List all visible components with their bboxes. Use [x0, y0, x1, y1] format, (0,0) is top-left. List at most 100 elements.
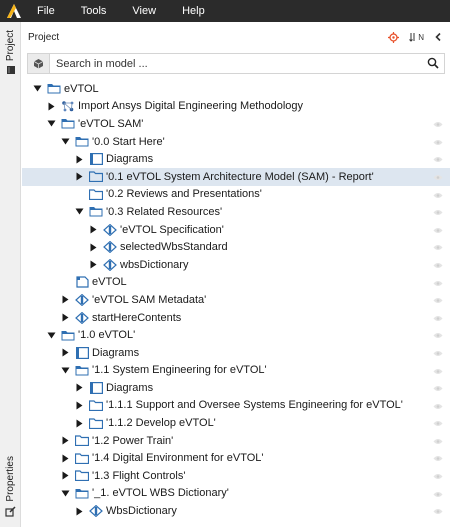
- visibility-eye-icon[interactable]: [433, 489, 443, 497]
- visibility-eye-icon[interactable]: [433, 453, 443, 462]
- tree-row[interactable]: '1.1.1 Support and Oversee Systems Engin…: [22, 397, 450, 415]
- visibility-eye-icon[interactable]: [433, 225, 443, 233]
- side-tab-properties-label: Properties: [5, 456, 16, 502]
- collapsed-caret-icon[interactable]: [60, 471, 70, 481]
- tree-row-label: '0.1 eVTOL System Architecture Model (SA…: [106, 170, 374, 183]
- tree-row[interactable]: Diagrams: [22, 344, 450, 362]
- tree-row-label: Import Ansys Digital Engineering Methodo…: [78, 100, 304, 113]
- visibility-eye-icon[interactable]: [433, 401, 443, 409]
- visibility-eye-icon[interactable]: [433, 154, 443, 163]
- visibility-eye-icon[interactable]: [433, 313, 443, 321]
- tree-row[interactable]: Import Ansys Digital Engineering Methodo…: [22, 98, 450, 116]
- expanded-caret-icon[interactable]: [60, 365, 70, 375]
- visibility-eye-icon[interactable]: [433, 207, 443, 216]
- package-icon: [89, 188, 103, 200]
- collapse-panel-chevron-icon[interactable]: [434, 32, 442, 42]
- collapsed-caret-icon[interactable]: [74, 172, 84, 182]
- tree-row[interactable]: selectedWbsStandard: [22, 238, 450, 256]
- tree-row[interactable]: 'eVTOL Specification': [22, 221, 450, 239]
- visibility-eye-icon[interactable]: [433, 260, 443, 268]
- tree-row[interactable]: 'eVTOL SAM': [22, 115, 450, 133]
- expanded-caret-icon[interactable]: [74, 207, 84, 217]
- search-input[interactable]: [49, 53, 445, 74]
- package-icon: [89, 171, 103, 183]
- collapsed-caret-icon[interactable]: [74, 418, 84, 428]
- expanded-caret-icon[interactable]: [46, 330, 56, 340]
- search-icon[interactable]: [427, 57, 439, 72]
- visibility-eye-icon[interactable]: [433, 172, 443, 180]
- visibility-eye-icon[interactable]: [433, 278, 443, 286]
- collapsed-caret-icon[interactable]: [88, 242, 98, 252]
- expanded-caret-icon[interactable]: [60, 488, 70, 498]
- sort-button[interactable]: N: [409, 32, 424, 42]
- tree-row[interactable]: WbsDictionary: [22, 502, 450, 520]
- element-icon: [89, 505, 103, 518]
- tree-row[interactable]: '0.3 Related Resources': [22, 203, 450, 221]
- collapsed-caret-icon[interactable]: [46, 101, 56, 111]
- collapsed-caret-icon[interactable]: [74, 400, 84, 410]
- tree-row-label: eVTOL: [64, 82, 99, 95]
- menu-view[interactable]: View: [119, 0, 169, 22]
- tree-row[interactable]: Diagrams: [22, 379, 450, 397]
- tree-row[interactable]: 'eVTOL SAM Metadata': [22, 291, 450, 309]
- menu-help[interactable]: Help: [169, 0, 218, 22]
- tree-row[interactable]: '0.1 eVTOL System Architecture Model (SA…: [22, 167, 450, 186]
- expanded-caret-icon[interactable]: [60, 137, 70, 147]
- tree-row[interactable]: '1.1.2 Develop eVTOL': [22, 414, 450, 432]
- visibility-eye-icon[interactable]: [433, 330, 443, 339]
- tree-row[interactable]: Diagrams: [22, 150, 450, 168]
- collapsed-caret-icon[interactable]: [60, 313, 70, 323]
- model-tree: eVTOL Import Ansys Digital Engineering Me…: [22, 80, 450, 520]
- visibility-eye-icon[interactable]: [433, 137, 443, 145]
- package-open-icon: [61, 118, 75, 130]
- collapsed-caret-icon[interactable]: [74, 506, 84, 516]
- tree-row[interactable]: wbsDictionary: [22, 256, 450, 274]
- tree-row[interactable]: '1.2 Power Train': [22, 432, 450, 450]
- model-filter-cube-icon[interactable]: [27, 53, 49, 74]
- package-icon: [89, 399, 103, 411]
- tree-row-label: WbsDictionary: [106, 505, 177, 518]
- visibility-eye-icon[interactable]: [433, 295, 443, 304]
- package-icon: [75, 452, 89, 464]
- expanded-caret-icon[interactable]: [32, 84, 42, 94]
- tree-row[interactable]: eVTOL: [22, 80, 450, 98]
- visibility-eye-icon[interactable]: [433, 506, 443, 515]
- visibility-eye-icon[interactable]: [433, 471, 443, 480]
- panel-title: Project: [28, 31, 60, 43]
- tree-row[interactable]: startHereContents: [22, 309, 450, 327]
- collapsed-caret-icon[interactable]: [88, 225, 98, 235]
- collapsed-caret-icon[interactable]: [60, 295, 70, 305]
- tree-row[interactable]: '_1. eVTOL WBS Dictionary': [22, 485, 450, 503]
- visibility-eye-icon[interactable]: [433, 436, 443, 444]
- tree-row[interactable]: '1.3 Flight Controls': [22, 467, 450, 485]
- collapsed-caret-icon[interactable]: [60, 436, 70, 446]
- sort-arrows-icon: [409, 33, 415, 42]
- visibility-eye-icon[interactable]: [433, 418, 443, 427]
- diagram-icon: [89, 381, 103, 394]
- side-tab-properties[interactable]: Properties: [0, 456, 21, 520]
- collapsed-caret-icon[interactable]: [60, 348, 70, 358]
- visibility-eye-icon[interactable]: [433, 119, 443, 128]
- expanded-caret-icon[interactable]: [46, 119, 56, 129]
- tree-row[interactable]: eVTOL: [22, 274, 450, 292]
- visibility-eye-icon[interactable]: [433, 348, 443, 356]
- tree-row-label: wbsDictionary: [120, 258, 189, 271]
- collapsed-caret-icon[interactable]: [88, 260, 98, 270]
- visibility-eye-icon[interactable]: [433, 383, 443, 392]
- menu-file[interactable]: File: [28, 0, 68, 22]
- locate-target-icon[interactable]: [388, 31, 400, 43]
- search-row: [27, 53, 445, 74]
- tree-row[interactable]: '1.4 Digital Environment for eVTOL': [22, 449, 450, 467]
- tree-row[interactable]: '0.2 Reviews and Presentations': [22, 186, 450, 204]
- tree-row[interactable]: '1.1 System Engineering for eVTOL': [22, 362, 450, 380]
- tree-row[interactable]: '0.0 Start Here': [22, 133, 450, 151]
- collapsed-caret-icon[interactable]: [74, 154, 84, 164]
- visibility-eye-icon[interactable]: [433, 190, 443, 198]
- menu-tools[interactable]: Tools: [68, 0, 120, 22]
- tree-row[interactable]: '1.0 eVTOL': [22, 326, 450, 344]
- visibility-eye-icon[interactable]: [433, 242, 443, 251]
- visibility-eye-icon[interactable]: [433, 366, 443, 374]
- collapsed-caret-icon[interactable]: [60, 453, 70, 463]
- side-tab-project[interactable]: Project: [0, 30, 21, 78]
- collapsed-caret-icon[interactable]: [74, 383, 84, 393]
